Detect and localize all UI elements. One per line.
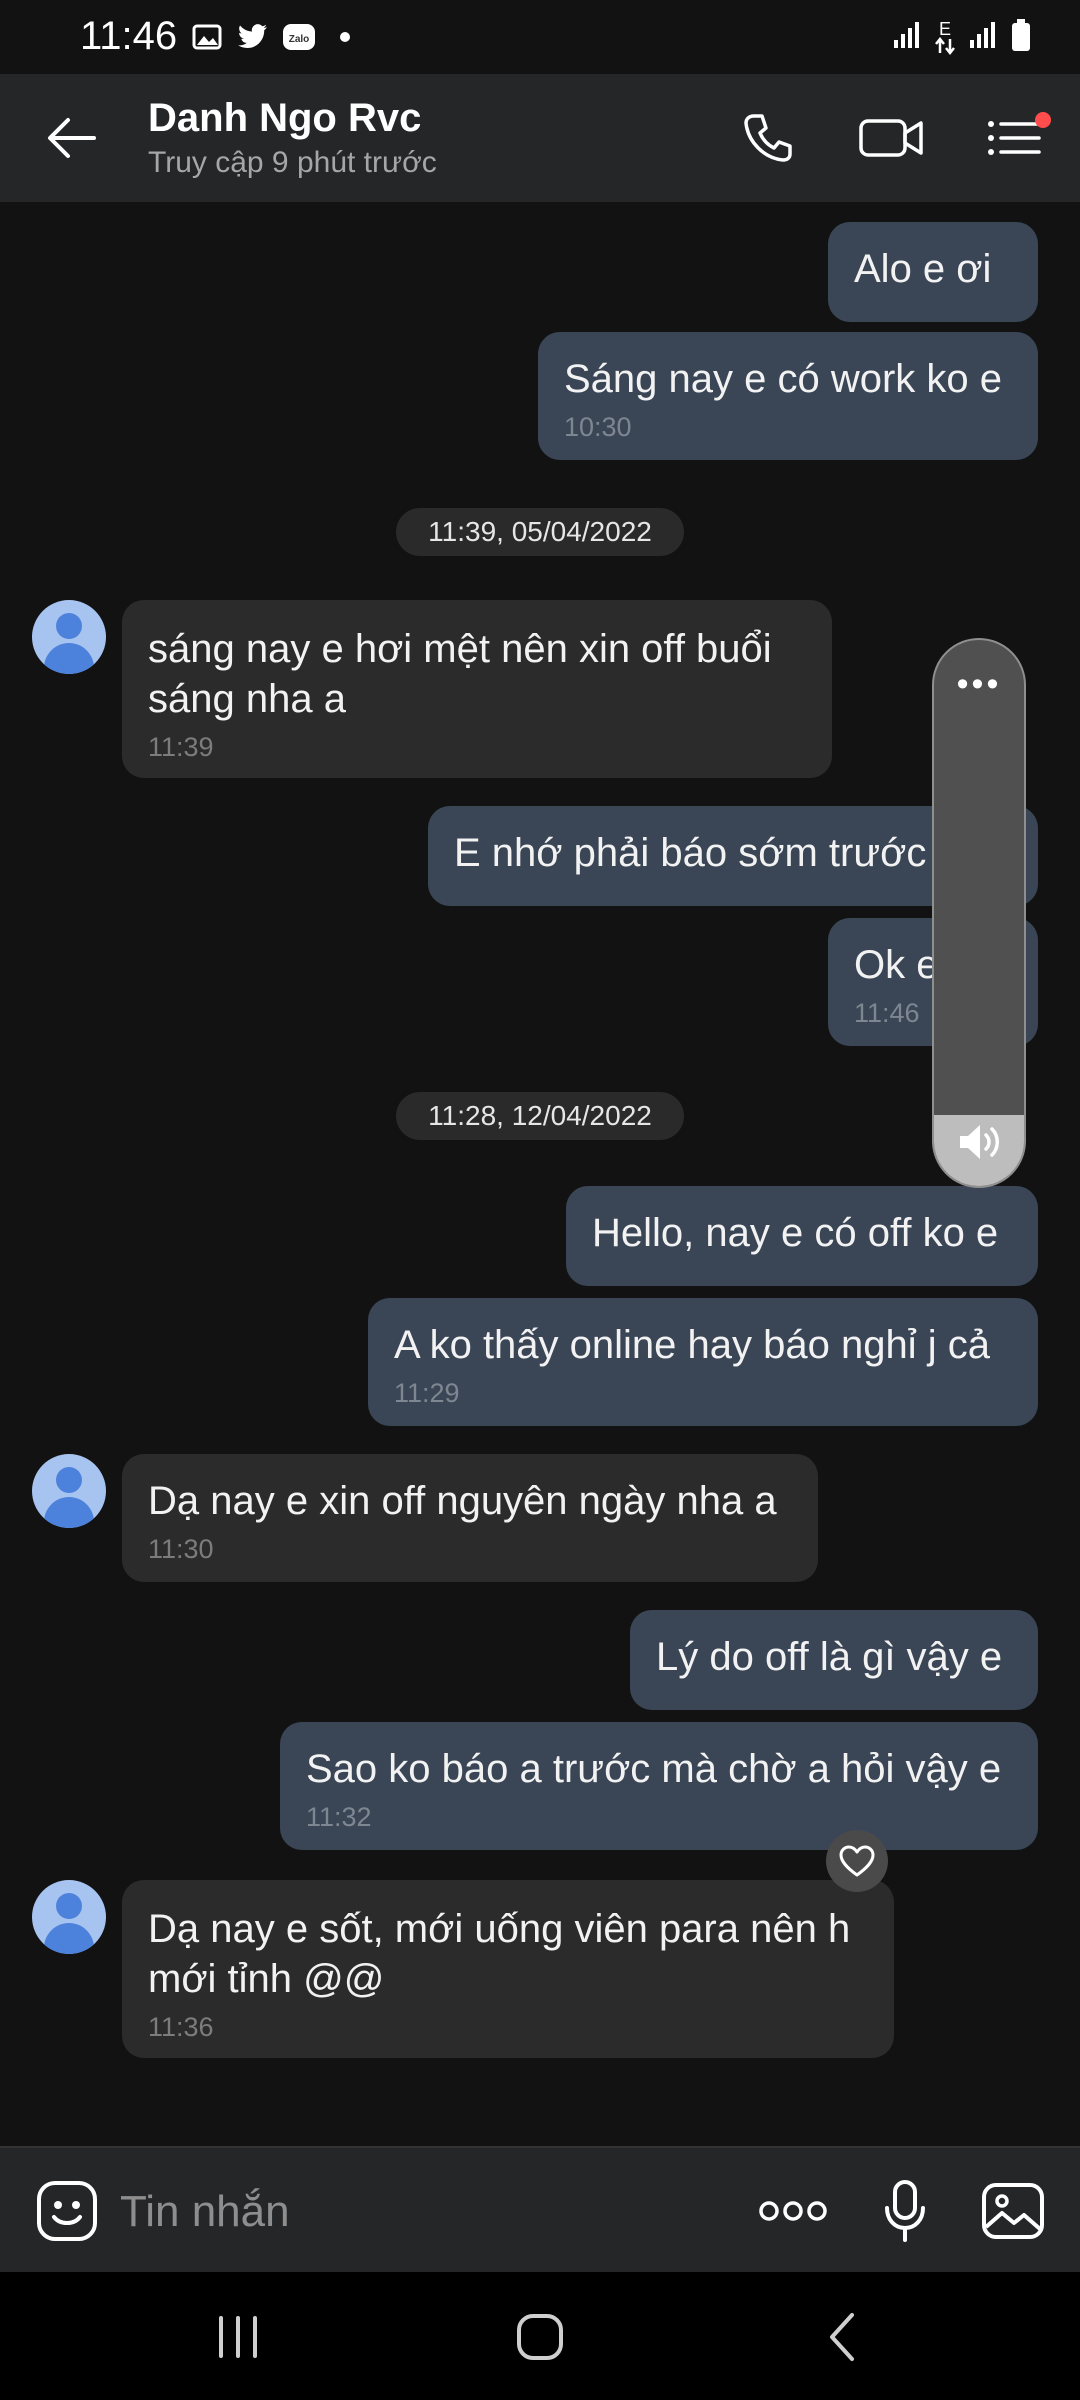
message-text: Sao ko báo a trước mà chờ a hỏi vậy e bbox=[306, 1747, 1002, 1791]
back-button[interactable] bbox=[36, 106, 108, 170]
react-heart-button[interactable] bbox=[826, 1830, 888, 1892]
system-nav-bar bbox=[0, 2272, 1080, 2400]
message-text: A ko thấy online hay báo nghỉ j cả bbox=[394, 1323, 990, 1367]
message-input[interactable] bbox=[118, 2176, 722, 2248]
voice-call-button[interactable] bbox=[728, 102, 808, 174]
recent-apps-icon bbox=[219, 2316, 257, 2358]
zalo-icon: Zalo bbox=[282, 22, 316, 52]
nav-back-button[interactable] bbox=[797, 2302, 887, 2372]
sticker-button[interactable] bbox=[30, 2174, 104, 2248]
heart-icon bbox=[839, 1845, 875, 1877]
message-bubble-outgoing[interactable]: Hello, nay e có off ko e bbox=[566, 1186, 1038, 1286]
message-bubble-incoming[interactable]: sáng nay e hơi mệt nên xin off buổi sáng… bbox=[122, 600, 832, 778]
home-button[interactable] bbox=[495, 2302, 585, 2372]
avatar[interactable] bbox=[32, 1454, 106, 1528]
microphone-icon bbox=[885, 2180, 925, 2242]
volume-slider[interactable]: ••• bbox=[932, 638, 1026, 1188]
status-bar: 11:46 Zalo E bbox=[0, 0, 1080, 74]
message-time: 11:36 bbox=[148, 2012, 214, 2042]
system-status-icons: E bbox=[892, 18, 1032, 57]
avatar[interactable] bbox=[32, 1880, 106, 1954]
avatar[interactable] bbox=[32, 600, 106, 674]
battery-icon bbox=[1010, 18, 1032, 57]
phone-icon bbox=[744, 114, 792, 162]
image-icon bbox=[982, 2183, 1044, 2239]
menu-list-icon bbox=[988, 112, 1051, 155]
message-text: Dạ nay e xin off nguyên ngày nha a bbox=[148, 1479, 777, 1523]
message-text: sáng nay e hơi mệt nên xin off buổi bbox=[148, 627, 772, 671]
back-nav-icon bbox=[830, 2313, 854, 2361]
status-time: 11:46 bbox=[80, 14, 178, 58]
message-composer bbox=[0, 2146, 1080, 2274]
message-text: Dạ nay e sốt, mới uống viên para nên h bbox=[148, 1907, 851, 1951]
network-type-label: E bbox=[938, 18, 951, 39]
signal-icon bbox=[892, 20, 922, 55]
more-options-button[interactable] bbox=[756, 2174, 830, 2248]
message-bubble-outgoing[interactable]: Alo e ơi bbox=[828, 222, 1038, 322]
message-time: 11:39 bbox=[148, 732, 214, 762]
sticker-icon bbox=[37, 2181, 97, 2241]
twitter-icon bbox=[236, 22, 270, 52]
message-bubble-outgoing[interactable]: Sáng nay e có work ko e 10:30 bbox=[538, 332, 1038, 460]
message-text: Lý do off là gì vậy e bbox=[656, 1635, 1003, 1679]
chat-messages[interactable]: Alo e ơi Sáng nay e có work ko e 10:30 1… bbox=[0, 202, 1080, 2146]
message-text: Alo e ơi bbox=[854, 247, 992, 291]
notification-icons: Zalo bbox=[190, 22, 362, 52]
message-text: E nhớ phải báo sớm trước nhé bbox=[454, 831, 1005, 875]
home-icon bbox=[517, 2314, 563, 2360]
more-options-icon bbox=[759, 2201, 827, 2221]
video-call-icon bbox=[859, 119, 923, 157]
message-text-line2: mới tỉnh @@ bbox=[148, 1957, 385, 2001]
date-separator: 11:28, 12/04/2022 bbox=[396, 1092, 684, 1140]
message-text: Sáng nay e có work ko e bbox=[564, 357, 1003, 401]
more-dots-icon[interactable]: ••• bbox=[934, 667, 1024, 701]
gallery-icon bbox=[190, 22, 224, 52]
signal-icon bbox=[968, 20, 998, 55]
message-text: Hello, nay e có off ko e bbox=[592, 1211, 999, 1255]
message-time: 11:30 bbox=[148, 1534, 214, 1564]
recent-apps-button[interactable] bbox=[193, 2302, 283, 2372]
speaker-icon[interactable] bbox=[956, 1120, 1004, 1164]
message-bubble-incoming[interactable]: Dạ nay e sốt, mới uống viên para nên h m… bbox=[122, 1880, 894, 2058]
chat-header: Danh Ngo Rvc Truy cập 9 phút trước bbox=[0, 74, 1080, 202]
voice-record-button[interactable] bbox=[868, 2174, 942, 2248]
message-bubble-outgoing[interactable]: Lý do off là gì vậy e bbox=[630, 1610, 1038, 1710]
message-time: 10:30 bbox=[564, 412, 632, 442]
video-call-button[interactable] bbox=[852, 102, 932, 174]
contact-name[interactable]: Danh Ngo Rvc bbox=[148, 96, 421, 141]
message-time: 11:29 bbox=[394, 1378, 460, 1408]
dot-icon bbox=[328, 22, 362, 52]
date-separator: 11:39, 05/04/2022 bbox=[396, 508, 684, 556]
data-arrows-icon: E bbox=[934, 18, 956, 55]
message-bubble-incoming[interactable]: Dạ nay e xin off nguyên ngày nha a 11:30 bbox=[122, 1454, 818, 1582]
message-bubble-outgoing[interactable]: Sao ko báo a trước mà chờ a hỏi vậy e 11… bbox=[280, 1722, 1038, 1850]
message-time: 11:32 bbox=[306, 1802, 372, 1832]
svg-text:Zalo: Zalo bbox=[289, 34, 310, 45]
last-seen-status: Truy cập 9 phút trước bbox=[148, 146, 437, 179]
message-bubble-outgoing[interactable]: A ko thấy online hay báo nghỉ j cả 11:29 bbox=[368, 1298, 1038, 1426]
message-text-line2: sáng nha a bbox=[148, 677, 346, 721]
back-arrow-icon bbox=[48, 118, 96, 158]
send-image-button[interactable] bbox=[976, 2174, 1050, 2248]
menu-button[interactable] bbox=[978, 102, 1058, 174]
